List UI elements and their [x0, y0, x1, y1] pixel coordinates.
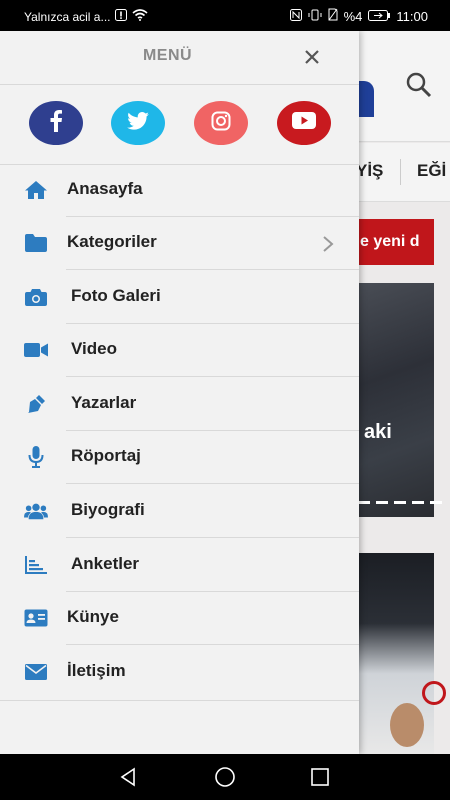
breaking-news-ticker[interactable]: e yeni d	[350, 219, 434, 265]
divider	[66, 644, 359, 645]
instagram-icon	[211, 111, 231, 136]
youtube-icon	[292, 112, 316, 134]
envelope-icon	[24, 661, 48, 683]
bar-chart-icon	[24, 554, 48, 576]
status-bar: Yalnızca acil a... %4 11:00	[0, 0, 450, 31]
clock: 11:00	[396, 8, 428, 24]
notification-alert-icon	[115, 9, 128, 24]
users-icon	[24, 500, 48, 522]
no-sim-icon	[328, 8, 338, 24]
search-icon[interactable]	[405, 71, 433, 104]
vibrate-icon	[308, 9, 322, 24]
menu-item-label: Anketler	[71, 554, 140, 573]
ticker-text: e yeni d	[360, 233, 420, 250]
headline-slider[interactable]: aki	[350, 283, 442, 517]
divider	[0, 84, 359, 85]
menu-item-biyografi[interactable]: Biyografi	[0, 485, 359, 538]
instagram-button[interactable]	[194, 101, 248, 145]
side-menu-drawer: MENÜ Anasayfa Kategoriler Foto Galeri Vi…	[0, 31, 359, 754]
category-tab[interactable]: EĞİ	[417, 161, 446, 181]
back-icon[interactable]	[116, 766, 140, 788]
nfc-icon	[289, 8, 302, 24]
menu-item-label: Biyografi	[71, 500, 145, 519]
chevron-right-icon[interactable]	[322, 235, 334, 258]
emblem	[422, 681, 446, 705]
menu-item-video[interactable]: Video	[0, 324, 359, 377]
news-card-image[interactable]	[350, 553, 446, 754]
person-photo	[390, 703, 424, 747]
slider-indicators	[358, 501, 442, 504]
facebook-icon	[49, 109, 63, 137]
menu-title: MENÜ	[142, 47, 193, 64]
menu-item-anasayfa[interactable]: Anasayfa	[0, 164, 359, 217]
category-tab[interactable]: YİŞ	[356, 161, 383, 181]
menu-item-yazarlar[interactable]: Yazarlar	[0, 378, 359, 431]
divider	[400, 159, 401, 185]
recent-apps-icon[interactable]	[308, 766, 332, 788]
menu-item-label: Video	[71, 339, 117, 358]
battery-icon	[368, 9, 391, 24]
divider	[66, 537, 359, 538]
divider	[66, 376, 359, 377]
pen-nib-icon	[24, 393, 48, 415]
facebook-button[interactable]	[29, 101, 83, 145]
system-nav-bar	[0, 754, 450, 800]
battery-percent: %4	[343, 8, 363, 24]
divider	[66, 269, 359, 270]
menu-item-kategoriler[interactable]: Kategoriler	[0, 217, 359, 270]
twitter-button[interactable]	[111, 101, 165, 145]
twitter-icon	[127, 111, 149, 135]
menu-item-label: Kategoriler	[67, 232, 157, 251]
home-icon	[24, 179, 48, 201]
slider-caption: aki	[364, 421, 392, 443]
home-button-icon[interactable]	[213, 766, 237, 788]
menu-item-roportaj[interactable]: Röportaj	[0, 431, 359, 484]
menu-item-label: Yazarlar	[71, 393, 137, 412]
camera-icon	[24, 286, 48, 308]
menu-item-label: İletişim	[67, 661, 126, 680]
divider	[0, 700, 359, 701]
id-card-icon	[24, 607, 48, 629]
menu-item-label: Künye	[67, 607, 119, 626]
menu-item-label: Röportaj	[71, 446, 141, 465]
menu-item-kunye[interactable]: Künye	[0, 592, 359, 645]
microphone-icon	[24, 446, 48, 468]
divider	[66, 483, 359, 484]
menu-item-label: Anasayfa	[67, 179, 143, 198]
folder-icon	[24, 232, 48, 254]
menu-item-foto-galeri[interactable]: Foto Galeri	[0, 271, 359, 324]
notification-text: Yalnızca acil a...	[24, 9, 111, 24]
close-icon[interactable]	[300, 45, 324, 69]
menu-item-label: Foto Galeri	[71, 286, 161, 305]
youtube-button[interactable]	[277, 101, 331, 145]
drawer-header: MENÜ	[0, 31, 359, 84]
video-camera-icon	[24, 339, 48, 361]
wifi-icon	[132, 9, 149, 24]
menu-item-anketler[interactable]: Anketler	[0, 539, 359, 592]
menu-item-iletisim[interactable]: İletişim	[0, 646, 359, 699]
